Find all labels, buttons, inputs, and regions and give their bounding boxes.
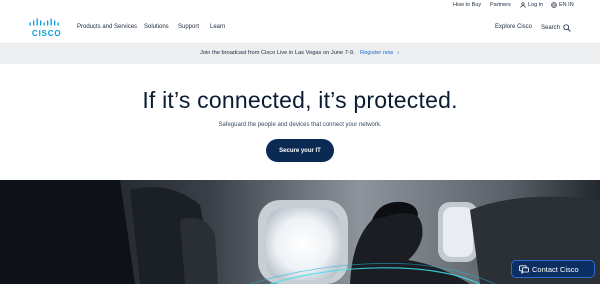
language-label: EN IN — [559, 2, 574, 8]
register-now-link[interactable]: Register now › — [360, 50, 399, 56]
language-selector[interactable]: EN IN — [551, 2, 574, 8]
airplane-cabin-image — [0, 180, 600, 284]
login-link[interactable]: Log in — [520, 2, 543, 8]
nav-learn[interactable]: Learn — [210, 24, 225, 30]
contact-label: Contact Cisco — [532, 264, 579, 274]
nav-products-and-services[interactable]: Products and Services — [77, 24, 137, 30]
how-to-buy-link[interactable]: How to Buy — [453, 2, 481, 8]
announcement-bar: Join the broadcast from Cisco Live in La… — [0, 44, 600, 64]
hero-photo — [0, 180, 600, 284]
nav-explore-cisco[interactable]: Explore Cisco — [495, 24, 532, 30]
main-nav: CISCO Products and Services Solutions Su… — [0, 12, 600, 44]
utility-bar: How to Buy Partners Log in EN IN — [0, 0, 600, 12]
hero-subtitle: Safeguard the people and devices that co… — [218, 122, 382, 128]
chat-icon — [519, 264, 529, 274]
nav-support[interactable]: Support — [178, 24, 199, 30]
register-now-label: Register now — [360, 50, 394, 56]
partners-link[interactable]: Partners — [490, 2, 511, 8]
logo-text: CISCO — [32, 29, 62, 38]
search-button[interactable]: Search — [541, 24, 571, 32]
search-icon — [563, 24, 571, 32]
globe-icon — [551, 2, 557, 8]
nav-solutions[interactable]: Solutions — [144, 24, 169, 30]
secure-your-it-button[interactable]: Secure your IT — [266, 139, 334, 162]
chevron-right-icon: › — [397, 50, 400, 56]
cisco-logo[interactable]: CISCO — [29, 18, 65, 40]
search-label: Search — [541, 25, 561, 31]
user-icon — [520, 2, 526, 8]
cisco-bridge-icon — [29, 18, 59, 26]
hero-title: If it’s connected, it’s protected. — [142, 87, 458, 113]
announcement-text: Join the broadcast from Cisco Live in La… — [200, 50, 355, 56]
contact-cisco-button[interactable]: Contact Cisco — [511, 260, 595, 278]
login-label: Log in — [528, 2, 543, 8]
